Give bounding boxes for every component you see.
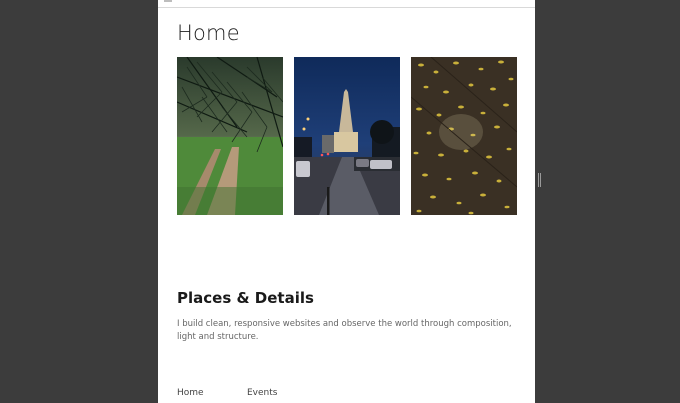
footer-link-events[interactable]: Events (247, 388, 277, 398)
wet-leaves-pavement-photo (411, 57, 517, 215)
top-indicator (164, 0, 172, 2)
photo-wet-leaves[interactable] (411, 57, 517, 215)
browser-page: Home Places & Details I build clean, res… (158, 0, 535, 403)
resize-handle-line (538, 173, 539, 187)
top-divider (158, 7, 535, 8)
pine-branch-forest-path-photo (177, 57, 283, 215)
resize-handle[interactable] (538, 173, 542, 187)
photo-church-night[interactable] (294, 57, 400, 215)
page-title: Home (177, 21, 240, 45)
resize-handle-line (540, 173, 541, 187)
photo-pine-path[interactable] (177, 57, 283, 215)
church-street-night-photo (294, 57, 400, 215)
section-heading: Places & Details (177, 289, 314, 307)
section-description: I build clean, responsive websites and o… (177, 319, 512, 342)
footer-link-home[interactable]: Home (177, 388, 204, 398)
